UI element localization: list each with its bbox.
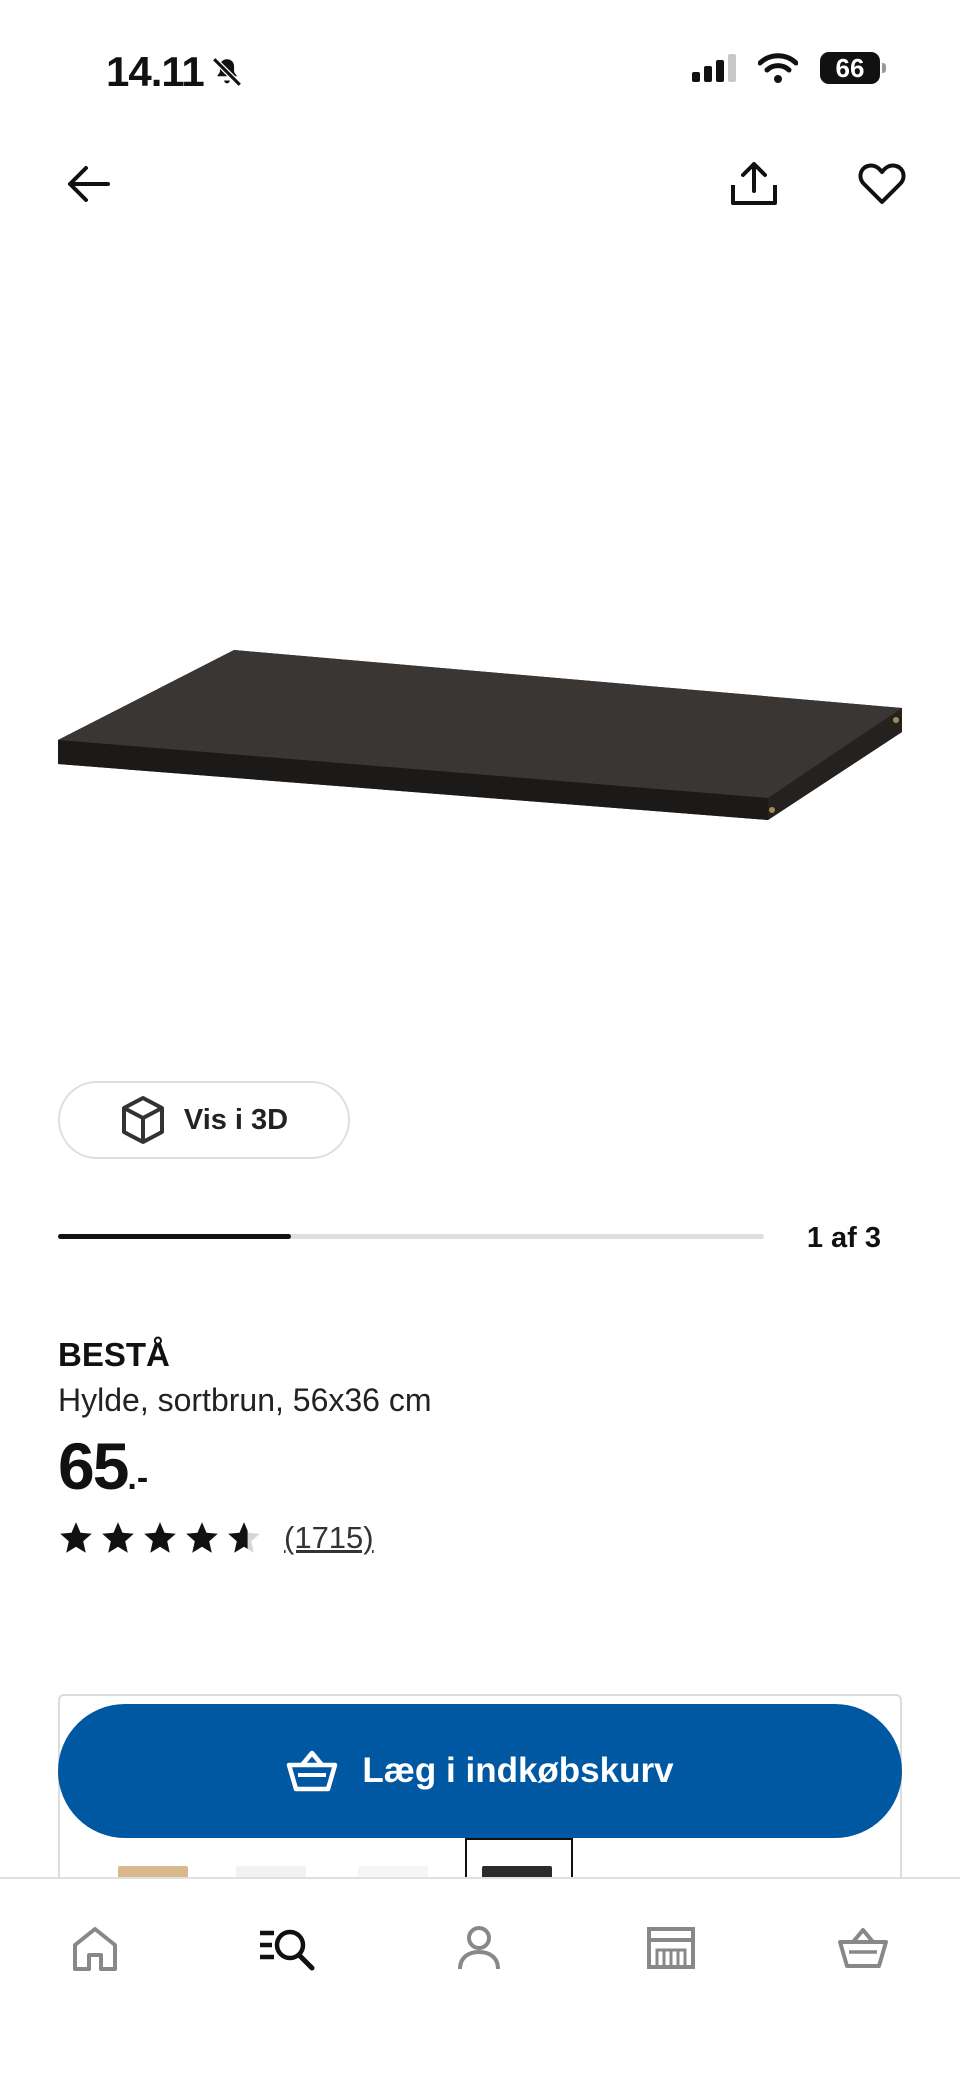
share-icon bbox=[731, 162, 777, 205]
nav-store[interactable] bbox=[636, 1913, 706, 1983]
bottom-navigation bbox=[0, 1877, 960, 2083]
back-button[interactable] bbox=[56, 152, 120, 216]
store-icon bbox=[647, 1927, 695, 1969]
search-icon bbox=[260, 1929, 315, 1971]
heart-icon bbox=[858, 163, 906, 204]
product-price: 65.- bbox=[58, 1428, 148, 1504]
battery-level: 66 bbox=[835, 52, 865, 83]
review-count-link[interactable]: (1715) bbox=[284, 1520, 374, 1556]
cube-icon bbox=[121, 1096, 164, 1144]
share-button[interactable] bbox=[722, 152, 786, 216]
rating-star-icon bbox=[144, 1522, 176, 1553]
view-in-3d-label: Vis i 3D bbox=[183, 1103, 289, 1136]
rating-star-icon bbox=[60, 1522, 92, 1553]
nav-basket[interactable] bbox=[828, 1913, 898, 1983]
basket-icon bbox=[287, 1750, 338, 1792]
rating-star-icon bbox=[102, 1522, 134, 1553]
silent-mode-icon bbox=[212, 57, 242, 87]
battery-indicator: 66 bbox=[820, 52, 886, 84]
rating-stars bbox=[58, 1520, 262, 1556]
nav-home[interactable] bbox=[60, 1913, 130, 1983]
product-name: BESTÅ bbox=[58, 1336, 170, 1373]
home-icon bbox=[73, 1927, 117, 1971]
rating-star-icon bbox=[186, 1522, 218, 1553]
image-page-indicator: 1 af 3 bbox=[806, 1222, 881, 1254]
wifi-icon bbox=[758, 53, 798, 83]
profile-icon bbox=[458, 1926, 500, 1970]
image-progress-bar bbox=[58, 1234, 764, 1239]
product-description: Hylde, sortbrun, 56x36 cm bbox=[58, 1382, 432, 1418]
favorite-button[interactable] bbox=[850, 152, 914, 216]
price-value: 65 bbox=[58, 1429, 129, 1503]
signal-icon bbox=[692, 54, 736, 82]
nav-search[interactable] bbox=[252, 1913, 322, 1983]
product-image[interactable] bbox=[50, 640, 910, 840]
nav-profile[interactable] bbox=[444, 1913, 514, 1983]
rating-star-icon bbox=[228, 1522, 260, 1553]
image-progress-fill bbox=[58, 1234, 291, 1239]
add-to-cart-button[interactable]: Læg i indkøbskurv bbox=[58, 1704, 902, 1838]
status-bar-indicators: 66 bbox=[692, 52, 886, 84]
price-suffix: .- bbox=[127, 1459, 149, 1497]
add-to-cart-label: Læg i indkøbskurv bbox=[362, 1751, 674, 1790]
clock: 14.11 bbox=[106, 48, 205, 95]
arrow-left-icon bbox=[68, 166, 110, 202]
status-bar-time: 14.11 bbox=[106, 48, 244, 96]
view-in-3d-button[interactable]: Vis i 3D bbox=[58, 1081, 350, 1159]
product-rating[interactable]: (1715) bbox=[58, 1520, 374, 1556]
basket-icon bbox=[838, 1928, 888, 1968]
